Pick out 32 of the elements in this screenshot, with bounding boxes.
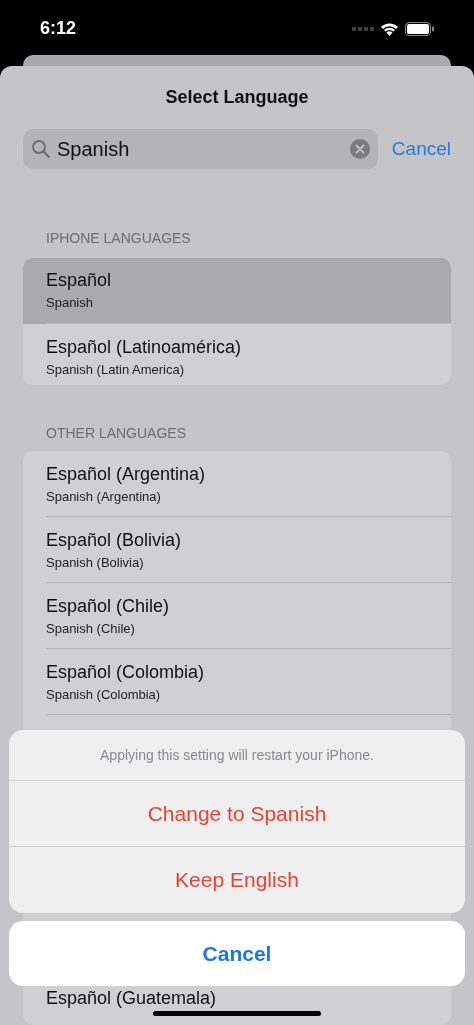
search-icon bbox=[31, 138, 51, 159]
language-subtitle: Spanish (Colombia) bbox=[46, 685, 162, 704]
language-name: Español (Argentina) bbox=[46, 462, 206, 486]
language-subtitle: Spanish (Latin America) bbox=[46, 360, 185, 379]
language-name: Español (Chile) bbox=[46, 594, 170, 618]
clear-icon[interactable] bbox=[349, 138, 370, 159]
language-row[interactable]: Español Spanish bbox=[23, 257, 451, 324]
sheet-title: Select Language bbox=[165, 85, 309, 109]
search-field[interactable]: Spanish bbox=[23, 128, 378, 169]
language-subtitle: Spanish (Bolivia) bbox=[46, 553, 145, 572]
language-name[interactable]: Español (Latinoamérica) bbox=[46, 334, 242, 359]
cancel-button[interactable]: Cancel bbox=[9, 921, 465, 986]
language-subtitle: Spanish (Chile) bbox=[46, 619, 136, 638]
language-name: Español (Bolivia) bbox=[46, 528, 182, 552]
language-row[interactable]: Español (Colombia) Spanish (Colombia) bbox=[23, 649, 451, 716]
language-subtitle: Spanish bbox=[46, 294, 94, 313]
language-name: Español (Colombia) bbox=[46, 660, 205, 684]
section-header: IPHONE LANGUAGES bbox=[46, 229, 191, 246]
wifi-icon bbox=[380, 21, 399, 36]
language-name[interactable]: Español (Guatemala) bbox=[46, 989, 217, 1009]
language-name: Español bbox=[46, 269, 112, 293]
language-row[interactable]: Español (Bolivia) Spanish (Bolivia) bbox=[23, 517, 451, 584]
status-time: 6:12 bbox=[40, 17, 77, 40]
action-button[interactable]: Keep English bbox=[9, 847, 465, 913]
language-row[interactable]: Español (Argentina) Spanish (Argentina) bbox=[23, 451, 451, 518]
action-message: Applying this setting will restart your iPhone. bbox=[100, 745, 374, 765]
language-subtitle: Spanish (Argentina) bbox=[46, 487, 162, 506]
battery-icon bbox=[405, 21, 434, 36]
action-button[interactable]: Change to Spanish bbox=[9, 781, 465, 847]
signal-icon bbox=[352, 25, 374, 32]
section-header: OTHER LANGUAGES bbox=[46, 425, 187, 442]
language-row[interactable]: Español (Chile) Spanish (Chile) bbox=[23, 583, 451, 650]
